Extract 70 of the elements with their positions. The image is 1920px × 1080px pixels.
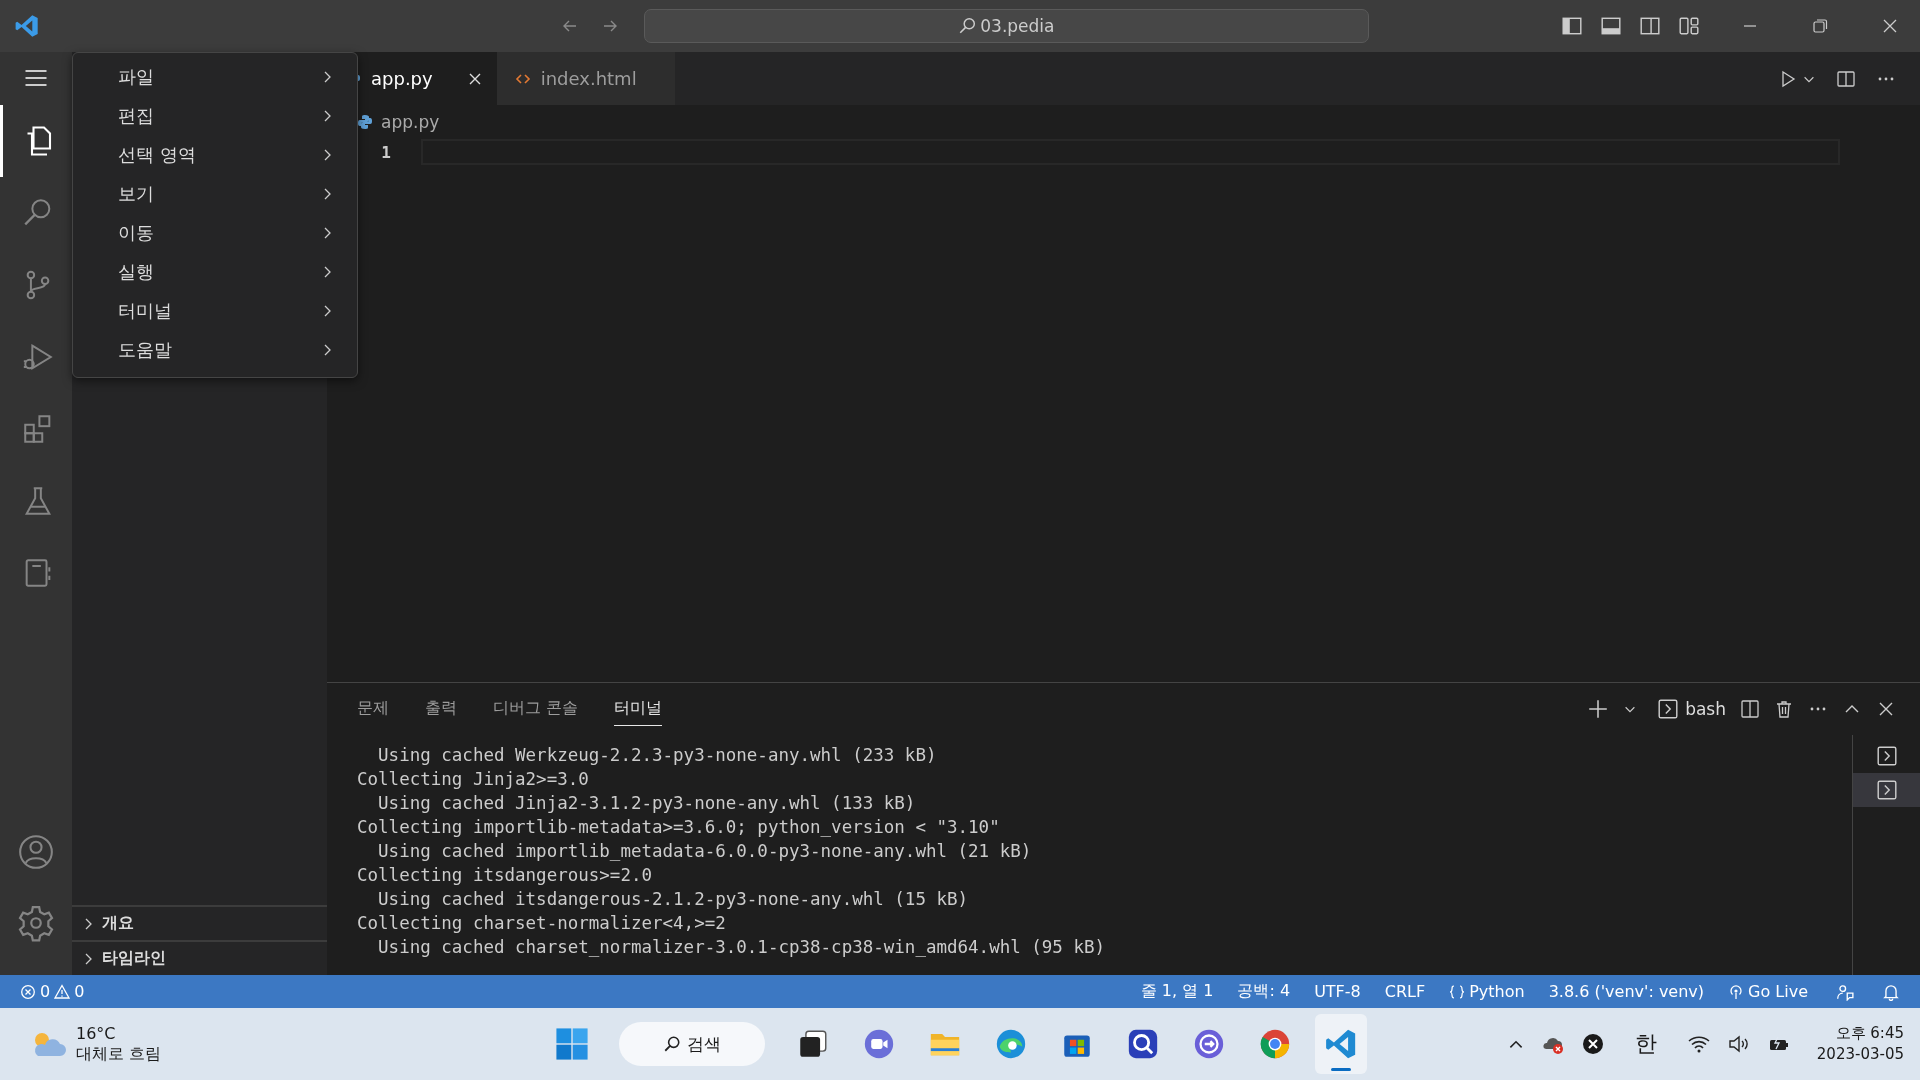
panel-tab[interactable]: 디버그 콘솔 bbox=[493, 692, 579, 726]
bell-icon[interactable] bbox=[1882, 982, 1900, 1001]
terminal-icon bbox=[1875, 745, 1898, 767]
trash-icon[interactable] bbox=[1774, 699, 1794, 719]
terminal-line: Collecting itsdangerous>=2.0 bbox=[357, 864, 653, 887]
menu-item[interactable]: 이동 bbox=[73, 213, 357, 252]
start-icon[interactable] bbox=[555, 1027, 589, 1061]
terminal-line: Using cached importlib_metadata-6.0.0-py3-none-any.whl (21 kB) bbox=[377, 840, 1033, 863]
layout-sidebar-icon[interactable] bbox=[1561, 15, 1583, 37]
layout-split-icon[interactable] bbox=[1639, 15, 1661, 37]
editor-tab[interactable]: index.html bbox=[496, 52, 675, 105]
terminal-instance[interactable] bbox=[1853, 773, 1920, 807]
menu-item[interactable]: 터미널 bbox=[73, 291, 357, 330]
arrow-circle-icon bbox=[1192, 1027, 1226, 1061]
line-number: 1 bbox=[380, 142, 391, 162]
magnifier-app-icon bbox=[1126, 1027, 1160, 1061]
status-item[interactable]: Python bbox=[1449, 982, 1525, 1001]
code-editor-icon bbox=[1324, 1027, 1358, 1061]
x-circle-icon[interactable] bbox=[1580, 1032, 1605, 1056]
search-icon bbox=[958, 17, 977, 35]
status-item[interactable]: 줄 1, 열 1 bbox=[1140, 981, 1214, 1002]
braces-icon bbox=[1449, 983, 1466, 1000]
broadcast-icon bbox=[1728, 983, 1745, 1000]
browser-icon bbox=[1258, 1027, 1292, 1061]
panel-tab[interactable]: 문제 bbox=[357, 692, 389, 726]
terminal-line: Collecting Jinja2>=3.0 bbox=[357, 768, 590, 791]
layout-panel-icon[interactable] bbox=[1600, 15, 1622, 37]
feedback-icon[interactable] bbox=[1836, 982, 1854, 1001]
restore-icon[interactable] bbox=[1810, 16, 1830, 36]
video-chat-icon bbox=[862, 1027, 896, 1061]
breadcrumb-item[interactable]: app.py bbox=[381, 112, 440, 132]
error-icon bbox=[20, 983, 36, 1000]
account-icon[interactable] bbox=[17, 833, 55, 871]
plus-icon[interactable] bbox=[1587, 698, 1610, 720]
settings-icon[interactable] bbox=[17, 904, 55, 942]
python-file-icon bbox=[357, 114, 373, 130]
status-item[interactable]: CRLF bbox=[1384, 982, 1426, 1001]
split-terminal-icon[interactable] bbox=[1740, 699, 1760, 719]
split-editor-icon[interactable] bbox=[1836, 68, 1856, 89]
status-item[interactable]: UTF-8 bbox=[1314, 982, 1361, 1001]
terminal-line: Using cached Jinja2-3.1.2-py3-none-any.whl (133 kB) bbox=[377, 792, 917, 815]
menu-item[interactable]: 선택 영역 bbox=[73, 135, 357, 174]
weather-description: 대체로 흐림 bbox=[76, 1044, 162, 1064]
status-item[interactable]: Go Live bbox=[1728, 982, 1808, 1001]
warning-icon bbox=[54, 983, 71, 1000]
menu-item[interactable]: 실행 bbox=[73, 252, 357, 291]
terminal-line: Collecting charset-normalizer<4,>=2 bbox=[357, 912, 727, 935]
wave-circle-icon bbox=[994, 1027, 1028, 1061]
clock[interactable]: 오후 6:45 2023-03-05 bbox=[1816, 1023, 1904, 1065]
menu-item[interactable]: 보기 bbox=[73, 174, 357, 213]
terminal-icon bbox=[1875, 779, 1898, 801]
terminal-shell-button[interactable]: bash bbox=[1657, 698, 1726, 720]
search-icon bbox=[663, 1035, 681, 1053]
app-logo-icon bbox=[14, 13, 40, 39]
layout-grid-icon[interactable] bbox=[1678, 15, 1700, 37]
panel-tab[interactable]: 출력 bbox=[425, 692, 457, 726]
taskbar-search-field[interactable]: 검색 bbox=[619, 1022, 765, 1066]
command-search-field[interactable]: 03.pedia bbox=[643, 9, 1369, 43]
status-item[interactable]: 3.8.6 ('venv': venv) bbox=[1548, 982, 1705, 1001]
terminal-line: Using cached charset_normalizer-3.0.1-cp38-cp38-win_amd64.whl (95 kB) bbox=[377, 936, 1107, 959]
terminal-icon bbox=[1657, 698, 1680, 720]
status-item[interactable]: 공백: 4 bbox=[1237, 981, 1291, 1002]
terminal-line: Using cached itsdangerous-2.1.2-py3-none-any.whl (15 kB) bbox=[377, 888, 970, 911]
problems-status[interactable]: 0 0 bbox=[20, 982, 85, 1001]
panel-tab[interactable]: 터미널 bbox=[614, 692, 663, 726]
menu-item[interactable]: 도움말 bbox=[73, 330, 357, 369]
temperature: 16°C bbox=[76, 1024, 117, 1044]
terminal-line: Collecting importlib-metadata>=3.6.0; python_version < "3.10" bbox=[357, 816, 1001, 839]
input-method-indicator[interactable]: 한 bbox=[1634, 1029, 1657, 1059]
terminal-line: Using cached Werkzeug-2.2.3-py3-none-any.whl (233 kB) bbox=[377, 744, 938, 767]
